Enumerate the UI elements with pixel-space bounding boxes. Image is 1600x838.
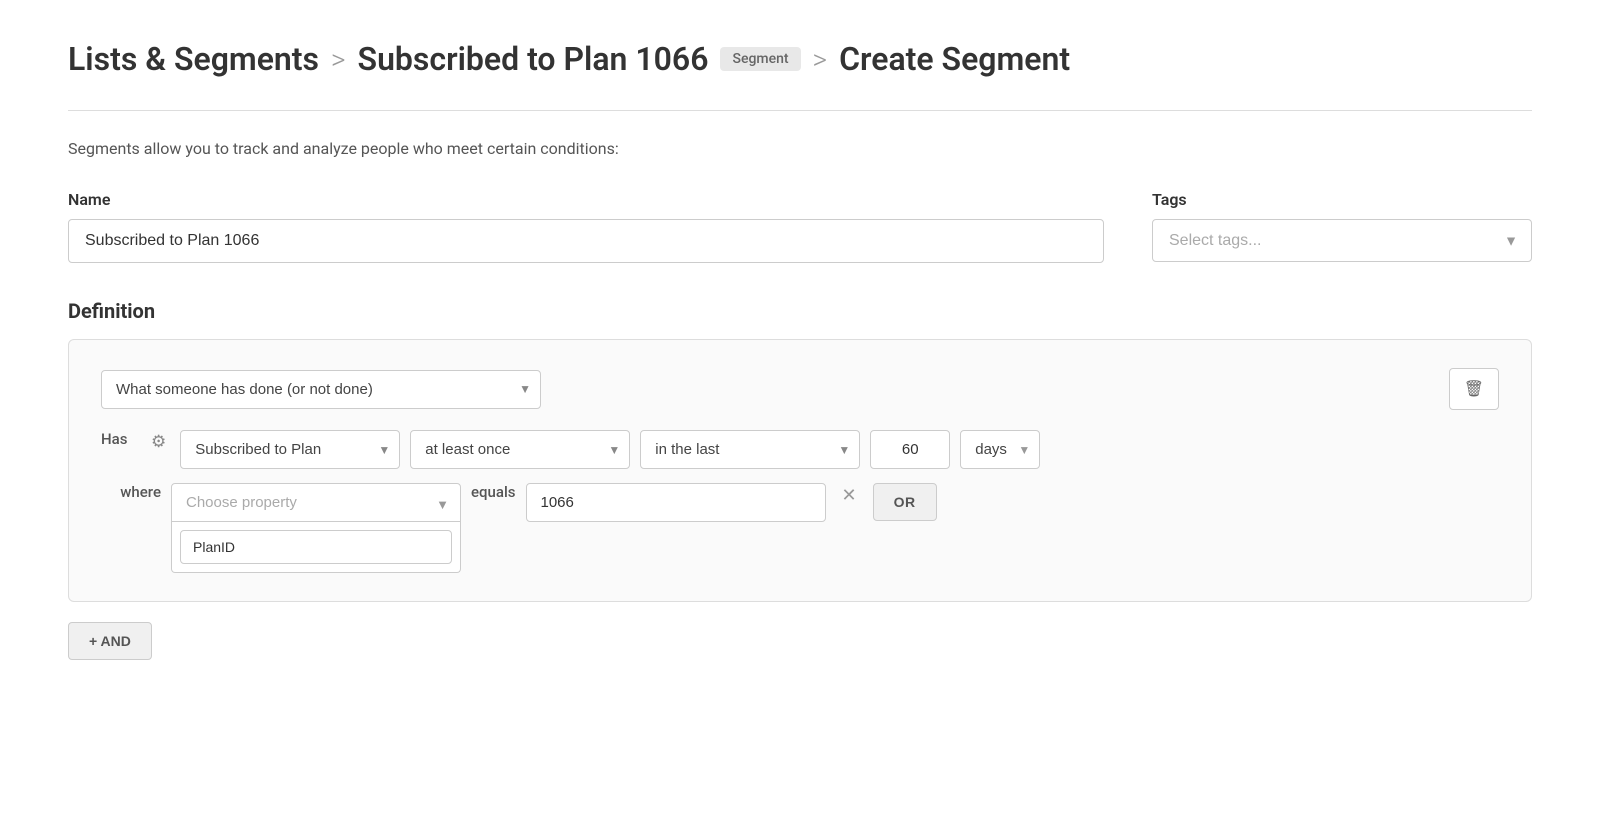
- clear-value-button[interactable]: ✕: [836, 483, 863, 508]
- number-input[interactable]: [870, 430, 950, 469]
- condition-type-wrapper: What someone has done (or not done) ▼: [101, 370, 541, 409]
- tags-label: Tags: [1152, 190, 1532, 209]
- has-label: Has: [101, 430, 137, 448]
- name-input[interactable]: [68, 219, 1104, 263]
- property-dropdown: [171, 522, 461, 573]
- delete-condition-button[interactable]: 🗑: [1449, 368, 1499, 410]
- frequency-select-wrapper: at least once ▼: [410, 430, 630, 469]
- breadcrumb-separator-1: >: [331, 43, 346, 76]
- action-select[interactable]: Subscribed to Plan: [180, 430, 400, 469]
- gear-button[interactable]: ⚙: [147, 430, 170, 454]
- header-divider: [68, 110, 1532, 111]
- tags-group: Tags Select tags... ▼: [1152, 190, 1532, 262]
- property-search-input[interactable]: [180, 530, 452, 564]
- breadcrumb-create-segment: Create Segment: [839, 40, 1070, 78]
- time-qualifier-select-wrapper: in the last ▼: [640, 430, 860, 469]
- action-select-wrapper: Subscribed to Plan ▼: [180, 430, 400, 469]
- tags-select[interactable]: Select tags...: [1152, 219, 1532, 262]
- breadcrumb-lists-segments[interactable]: Lists & Segments: [68, 40, 319, 78]
- definition-box: What someone has done (or not done) ▼ 🗑 …: [68, 339, 1532, 602]
- trash-icon: 🗑: [1464, 379, 1484, 399]
- equals-label: equals: [471, 483, 516, 501]
- breadcrumb-separator-2: >: [813, 43, 828, 76]
- name-group: Name: [68, 190, 1104, 263]
- definition-section: Definition What someone has done (or not…: [68, 299, 1532, 660]
- condition-type-row: What someone has done (or not done) ▼ 🗑: [101, 368, 1499, 410]
- or-button[interactable]: OR: [873, 483, 937, 521]
- time-qualifier-select[interactable]: in the last: [640, 430, 860, 469]
- and-button[interactable]: + AND: [68, 622, 152, 660]
- condition-type-select[interactable]: What someone has done (or not done): [101, 370, 541, 409]
- days-select-wrapper: days ▼: [960, 430, 1040, 469]
- where-label: where: [101, 483, 161, 501]
- definition-title: Definition: [68, 299, 1532, 323]
- frequency-select[interactable]: at least once: [410, 430, 630, 469]
- breadcrumb: Lists & Segments > Subscribed to Plan 10…: [68, 40, 1532, 78]
- where-row: where Choose property ▼ equals ✕ OR: [101, 483, 1499, 573]
- segment-badge: Segment: [720, 47, 800, 71]
- days-select[interactable]: days: [960, 430, 1040, 469]
- close-icon: ✕: [842, 485, 857, 506]
- tags-select-wrapper: Select tags... ▼: [1152, 219, 1532, 262]
- property-select-wrapper: Choose property ▼: [171, 483, 461, 573]
- page-description: Segments allow you to track and analyze …: [68, 139, 1532, 158]
- gear-icon: ⚙: [151, 432, 166, 451]
- has-row: Has ⚙ Subscribed to Plan ▼ at least once…: [101, 430, 1499, 469]
- property-select[interactable]: Choose property: [171, 483, 461, 522]
- breadcrumb-plan[interactable]: Subscribed to Plan 1066: [358, 40, 709, 78]
- equals-value-input[interactable]: [526, 483, 826, 522]
- form-section: Name Tags Select tags... ▼: [68, 190, 1532, 263]
- name-label: Name: [68, 190, 1104, 209]
